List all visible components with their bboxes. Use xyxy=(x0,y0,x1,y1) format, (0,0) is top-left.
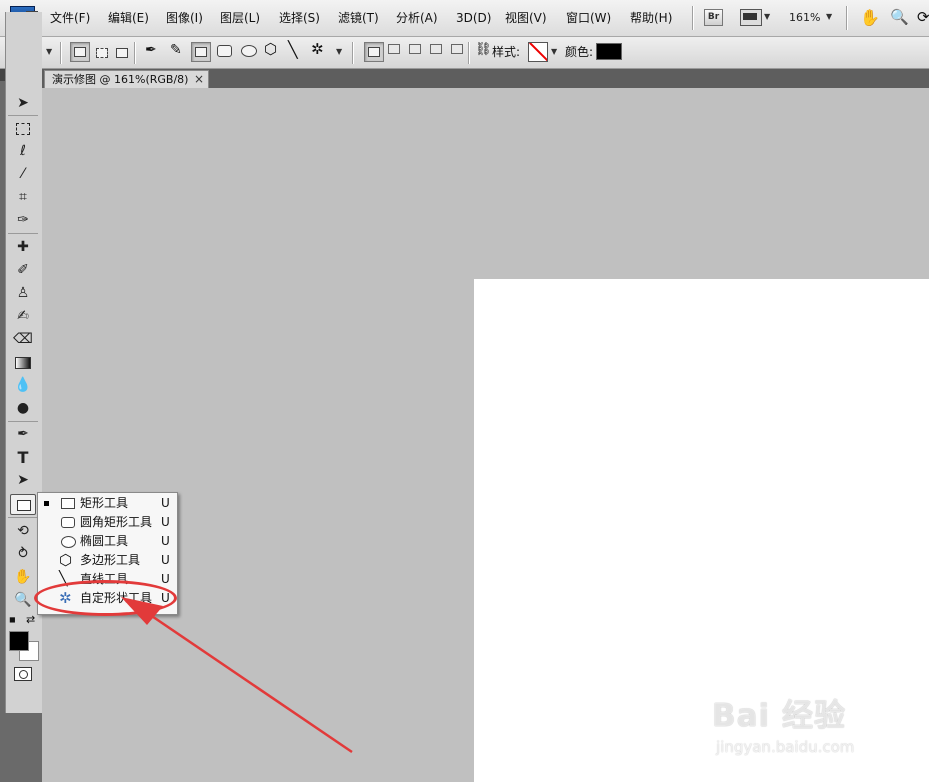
annotation-arrow xyxy=(121,597,353,754)
baidu-watermark: Bai 经验 xyxy=(712,698,846,734)
baidu-watermark-url: jingyan.baidu.com xyxy=(716,738,855,756)
